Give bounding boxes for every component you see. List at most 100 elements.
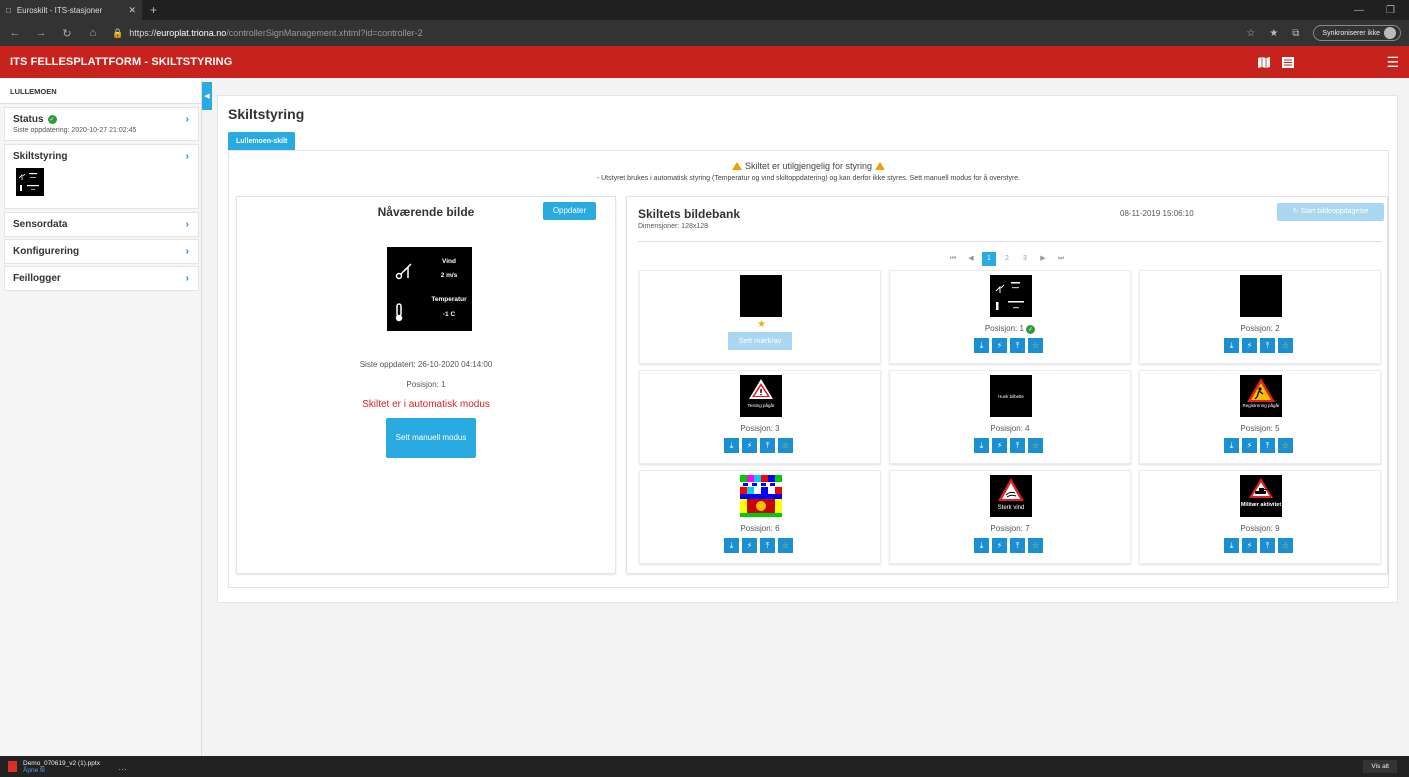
- last-page-icon[interactable]: ⏭: [1054, 252, 1068, 266]
- sign-thumbnail[interactable]: Sterk vind: [990, 475, 1032, 517]
- hamburger-menu-icon[interactable]: ☰: [1386, 54, 1399, 71]
- sign-thumbnail[interactable]: [16, 168, 44, 196]
- lightning-icon[interactable]: ⚡: [742, 538, 757, 553]
- download-icon[interactable]: ⤓: [1224, 338, 1239, 353]
- sign-thumbnail[interactable]: Registrering pågår: [1240, 375, 1282, 417]
- profile-sync-button[interactable]: Synkroniserer ikke: [1313, 25, 1401, 41]
- current-position-text: Posisjon: 1: [406, 380, 446, 389]
- warning-description: - Utstyret brukes i automatisk styring (…: [596, 175, 1021, 182]
- star-icon[interactable]: ☆: [1278, 438, 1293, 453]
- browser-tab[interactable]: □ Euroskilt - ITS-stasjoner ✕: [0, 0, 142, 20]
- star-icon[interactable]: ☆: [778, 438, 793, 453]
- minimize-icon[interactable]: —: [1354, 5, 1364, 16]
- download-icon[interactable]: ⤓: [724, 538, 739, 553]
- sign-thumbnail[interactable]: [1240, 275, 1282, 317]
- thermometer-icon: [395, 303, 403, 322]
- sign-thumbnail[interactable]: Testing pågår: [740, 375, 782, 417]
- upload-icon[interactable]: ⤒: [1260, 438, 1275, 453]
- set-manual-mode-button[interactable]: Sett manuell modus: [386, 418, 476, 458]
- upload-icon[interactable]: ⤒: [1260, 538, 1275, 553]
- warning-icon: [732, 162, 743, 170]
- favorite-icon[interactable]: ☆: [1246, 28, 1255, 39]
- sidebar-item-skiltstyring[interactable]: Skiltstyring ›: [4, 144, 199, 209]
- chevron-left-icon: ◀: [204, 93, 210, 100]
- download-file-name: Demo_070619_v2 (1).pptx: [23, 759, 100, 767]
- page-button[interactable]: 1: [982, 252, 996, 266]
- more-options-icon[interactable]: …: [118, 762, 127, 772]
- lightning-icon[interactable]: ⚡: [1242, 538, 1257, 553]
- back-icon[interactable]: ←: [8, 27, 22, 39]
- map-icon[interactable]: [1258, 56, 1271, 68]
- download-icon[interactable]: ⤓: [974, 438, 989, 453]
- star-icon[interactable]: ☆: [1278, 538, 1293, 553]
- lightning-icon[interactable]: ⚡: [1242, 338, 1257, 353]
- prev-page-icon[interactable]: ◀: [964, 252, 978, 266]
- show-all-button[interactable]: Vis alt: [1363, 760, 1397, 773]
- sign-thumbnail[interactable]: Militær aktivitet: [1240, 475, 1282, 517]
- close-icon[interactable]: ✕: [128, 5, 136, 16]
- star-icon[interactable]: ☆: [1028, 538, 1043, 553]
- sidebar-item-sensordata[interactable]: Sensordata ›: [4, 212, 199, 237]
- sidebar-collapse-button[interactable]: ◀: [202, 82, 212, 110]
- collections-icon[interactable]: ⧉: [1292, 28, 1299, 39]
- position-label: Posisjon: 1 ✓: [984, 324, 1036, 334]
- star-icon[interactable]: ☆: [778, 538, 793, 553]
- sidebar-item-status[interactable]: Status ✓ Siste oppdatering: 2020-10-27 21…: [4, 107, 199, 141]
- star-icon[interactable]: ☆: [1278, 338, 1293, 353]
- url-field[interactable]: 🔒 https://europlat.triona.no/controllerS…: [112, 28, 423, 39]
- image-actions: ⤓ ⚡ ⤒ ☆: [1224, 338, 1293, 353]
- tab-lullemoen-skilt[interactable]: Lullemoen-skilt: [228, 132, 296, 151]
- upload-icon[interactable]: ⤒: [760, 438, 775, 453]
- lightning-icon[interactable]: ⚡: [742, 438, 757, 453]
- image-bank-item: ★ Sett mørk/av: [639, 270, 881, 364]
- list-icon[interactable]: [1282, 56, 1295, 68]
- open-file-link[interactable]: Åpne fil: [23, 767, 100, 774]
- home-icon[interactable]: ⌂: [86, 27, 100, 39]
- restore-icon[interactable]: ❐: [1386, 5, 1395, 16]
- star-icon[interactable]: ☆: [1028, 438, 1043, 453]
- first-page-icon[interactable]: ⏮: [946, 252, 960, 266]
- download-icon[interactable]: ⤓: [724, 438, 739, 453]
- upload-icon[interactable]: ⤒: [1260, 338, 1275, 353]
- lightning-icon[interactable]: ⚡: [1242, 438, 1257, 453]
- sidebar-item-label: Konfigurering: [13, 246, 80, 257]
- sync-label: Synkroniserer ikke: [1322, 29, 1380, 37]
- set-dark-off-button[interactable]: Sett mørk/av: [728, 332, 792, 350]
- sidebar-station-name: LULLEMOEN: [0, 78, 201, 104]
- url-path: /controllerSignManagement.xhtml?id=contr…: [226, 28, 423, 38]
- forward-icon[interactable]: →: [34, 27, 48, 39]
- upload-icon[interactable]: ⤒: [1010, 338, 1025, 353]
- star-icon[interactable]: ☆: [1028, 338, 1043, 353]
- sign-thumbnail[interactable]: [740, 275, 782, 317]
- reload-icon[interactable]: ↻: [60, 27, 74, 40]
- upload-icon[interactable]: ⤒: [760, 538, 775, 553]
- start-image-discovery-button[interactable]: ↻ Start bildeoppdagelse: [1277, 203, 1384, 221]
- download-item[interactable]: Demo_070619_v2 (1).pptx Åpne fil …: [8, 760, 127, 774]
- download-icon[interactable]: ⤓: [1224, 438, 1239, 453]
- refresh-button[interactable]: Oppdater: [543, 202, 596, 220]
- page-button[interactable]: 2: [1000, 252, 1014, 266]
- image-bank-grid: ★ Sett mørk/av Posisjon: 1 ✓ ⤓ ⚡ ⤒ ☆ Pos…: [639, 270, 1383, 564]
- lightning-icon[interactable]: ⚡: [992, 438, 1007, 453]
- favorites-list-icon[interactable]: ★: [1269, 28, 1278, 39]
- download-icon[interactable]: ⤓: [974, 538, 989, 553]
- upload-icon[interactable]: ⤒: [1010, 438, 1025, 453]
- download-icon[interactable]: ⤓: [974, 338, 989, 353]
- new-tab-icon[interactable]: +: [142, 3, 165, 17]
- lightning-icon[interactable]: ⚡: [992, 338, 1007, 353]
- sidebar-item-konfigurering[interactable]: Konfigurering ›: [4, 239, 199, 264]
- image-bank-item: Testing pågår Posisjon: 3 ⤓ ⚡ ⤒ ☆: [639, 370, 881, 464]
- sign-thumbnail[interactable]: [990, 275, 1032, 317]
- sign-thumbnail[interactable]: [740, 475, 782, 517]
- check-circle-icon: ✓: [1026, 325, 1036, 334]
- chevron-right-icon: ›: [185, 151, 189, 162]
- warning-banner: Skiltet er utilgjengelig for styring: [229, 161, 1388, 171]
- page-button[interactable]: 3: [1018, 252, 1032, 266]
- sidebar-item-feillogger[interactable]: Feillogger ›: [4, 266, 199, 291]
- next-page-icon[interactable]: ▶: [1036, 252, 1050, 266]
- upload-icon[interactable]: ⤒: [1010, 538, 1025, 553]
- position-label: Posisjon: 5: [1240, 424, 1280, 433]
- download-icon[interactable]: ⤓: [1224, 538, 1239, 553]
- sign-thumbnail[interactable]: Husk bilbelte: [990, 375, 1032, 417]
- lightning-icon[interactable]: ⚡: [992, 538, 1007, 553]
